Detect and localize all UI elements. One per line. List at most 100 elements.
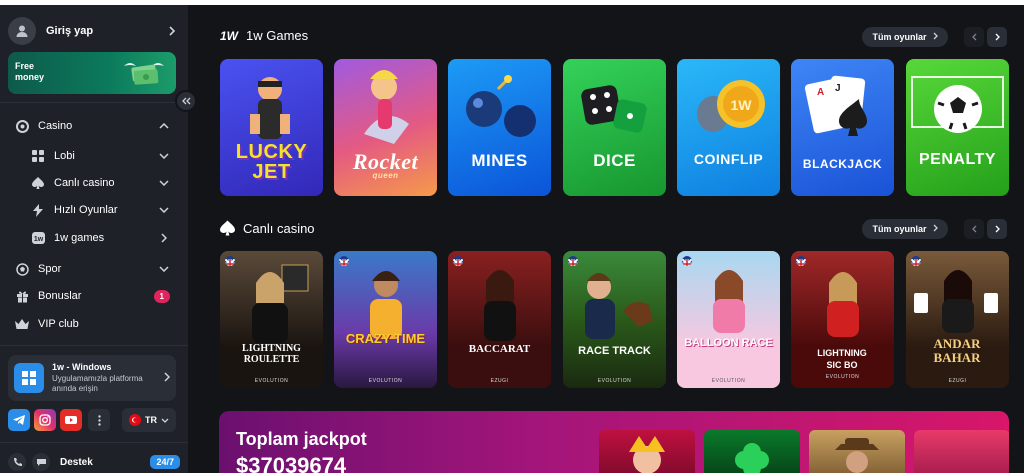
instagram-icon[interactable]: [34, 409, 56, 431]
blackjack-art: AJ: [804, 75, 867, 136]
sidebar-divider: [0, 102, 188, 103]
live-section-title: Canlı casino: [220, 220, 315, 236]
section-title-text: Canlı casino: [243, 220, 315, 236]
sidebar-item-label: Hızlı Oyunlar: [54, 204, 118, 216]
game-name-2: JET: [252, 161, 291, 183]
live-game-label: ANDAR BAHAR: [933, 336, 981, 365]
coinflip-art: 1W: [697, 80, 765, 132]
sidebar-item-label: 1w games: [54, 232, 105, 244]
support-hours-badge: 24/7: [150, 455, 180, 469]
chevron-down-icon: [154, 266, 174, 272]
live-game-label: BALLOON RACE: [684, 337, 773, 349]
all-games-label: Tüm oyunlar: [872, 224, 927, 234]
sidebar-item-spor[interactable]: Spor: [0, 256, 188, 282]
game-card-penalty[interactable]: PENALTY: [906, 59, 1009, 196]
more-icon[interactable]: [88, 409, 110, 431]
jester-art: [629, 436, 665, 473]
sidebar-item-hizli-oyunlar[interactable]: Hızlı Oyunlar: [0, 197, 188, 223]
jackpot-game-card[interactable]: [599, 430, 695, 473]
youtube-icon[interactable]: [60, 409, 82, 431]
language-selector[interactable]: TR: [122, 408, 176, 432]
windows-icon: [14, 363, 44, 393]
sidebar-item-casino[interactable]: Casino: [0, 113, 188, 139]
chevron-right-icon: [164, 369, 171, 387]
chevron-down-icon: [154, 207, 174, 213]
mines-art: [466, 75, 536, 137]
dealer-art: [484, 270, 516, 341]
jackpot-banner[interactable]: Toplam jackpot $37039674: [219, 411, 1009, 473]
sidebar-item-label: Spor: [38, 263, 62, 275]
crown-icon: [14, 316, 30, 332]
live-card-lightning-sic-bo[interactable]: LIGHTNING SIC BO EVOLUTION: [791, 251, 894, 388]
chevron-left-icon: [971, 220, 977, 238]
money-icon: [122, 58, 166, 88]
sidebar-item-1w-games[interactable]: 1w 1w games: [0, 225, 188, 251]
collapse-sidebar-button[interactable]: [175, 90, 197, 112]
live-card-baccarat[interactable]: BACCARAT EZUGI: [448, 251, 551, 388]
all-games-button[interactable]: Tüm oyunlar: [862, 27, 948, 47]
dealer-art: [370, 271, 402, 339]
phone-icon: [8, 453, 26, 471]
windows-title: 1w - Windows: [52, 362, 112, 372]
game-card-lucky-jet[interactable]: LUCKY JET: [220, 59, 323, 196]
1w-logo-icon: 1w: [30, 230, 46, 246]
gift-icon: [14, 288, 30, 304]
live-card-balloon-race[interactable]: BALLOON RACE EVOLUTION: [677, 251, 780, 388]
svg-text:1w: 1w: [33, 236, 43, 243]
ball-icon: [14, 261, 30, 277]
dealer-art: [585, 273, 653, 339]
dealer-art: [713, 270, 745, 333]
sidebar-divider: [0, 345, 188, 346]
cowboy-art: [835, 438, 879, 473]
live-game-label: LIGHTNING SIC BO: [817, 348, 867, 370]
sidebar-item-vip-club[interactable]: VIP club: [0, 311, 188, 337]
live-card-race-track[interactable]: RACE TRACK EVOLUTION: [563, 251, 666, 388]
support-row[interactable]: Destek 24/7: [8, 452, 180, 472]
jackpot-game-card[interactable]: [809, 430, 905, 473]
jackpot-amount: $37039674: [236, 453, 347, 473]
chevron-down-icon: [154, 180, 174, 186]
windows-description: Uygulamamızla platforma anında erişin: [52, 374, 143, 393]
chevron-right-icon: [933, 224, 938, 234]
all-live-games-button[interactable]: Tüm oyunlar: [862, 219, 948, 239]
svg-text:J: J: [835, 83, 841, 94]
section-title-text: 1w Games: [246, 28, 309, 43]
social-links: TR: [8, 407, 180, 433]
game-card-coinflip[interactable]: 1W COINFLIP: [677, 59, 780, 196]
live-card-lightning-roulette[interactable]: LIGHTNING ROULETTE EVOLUTION: [220, 251, 323, 388]
login-row[interactable]: Giriş yap: [8, 15, 180, 47]
free-money-banner[interactable]: Free money: [8, 52, 176, 94]
jackpot-game-card[interactable]: [704, 430, 800, 473]
next-button[interactable]: [987, 27, 1007, 47]
dealer-art: [252, 264, 309, 343]
game-card-mines[interactable]: MINES: [448, 59, 551, 196]
prev-button[interactable]: [964, 27, 984, 47]
game-card-blackjack[interactable]: AJ BLACKJACK: [791, 59, 894, 196]
svg-text:1W: 1W: [731, 97, 753, 113]
1w-logo: 1W: [220, 28, 238, 43]
game-name: COINFLIP: [693, 151, 764, 167]
next-button[interactable]: [987, 219, 1007, 239]
sidebar-item-lobi[interactable]: Lobi: [0, 143, 188, 169]
sidebar-item-canli-casino[interactable]: Canlı casino: [0, 170, 188, 196]
chevron-right-icon: [995, 220, 1000, 238]
provider-label: EVOLUTION: [825, 374, 860, 380]
live-card-andar-bahar[interactable]: ANDAR BAHAR EZUGI: [906, 251, 1009, 388]
chevron-right-icon: [995, 28, 1000, 46]
prev-button[interactable]: [964, 219, 984, 239]
svg-text:A: A: [817, 87, 824, 98]
telegram-icon[interactable]: [8, 409, 30, 431]
live-game-label: LIGHTNING ROULETTE: [242, 343, 301, 365]
games-section-title: 1W 1w Games: [220, 28, 308, 43]
live-card-crazy-time[interactable]: CRAZY TIME EVOLUTION: [334, 251, 437, 388]
lightning-icon: [30, 202, 46, 218]
chevron-down-icon: [154, 153, 174, 159]
game-card-rocket-queen[interactable]: Rocket queen: [334, 59, 437, 196]
provider-label: EVOLUTION: [711, 378, 746, 384]
windows-app-banner[interactable]: 1w - Windows Uygulamamızla platforma anı…: [8, 355, 176, 401]
chevron-up-icon: [154, 123, 174, 129]
jackpot-game-card[interactable]: [914, 430, 1009, 473]
game-card-dice[interactable]: DICE: [563, 59, 666, 196]
sidebar-item-bonuslar[interactable]: Bonuslar 1: [0, 283, 188, 309]
sidebar-item-label: Lobi: [54, 150, 75, 162]
